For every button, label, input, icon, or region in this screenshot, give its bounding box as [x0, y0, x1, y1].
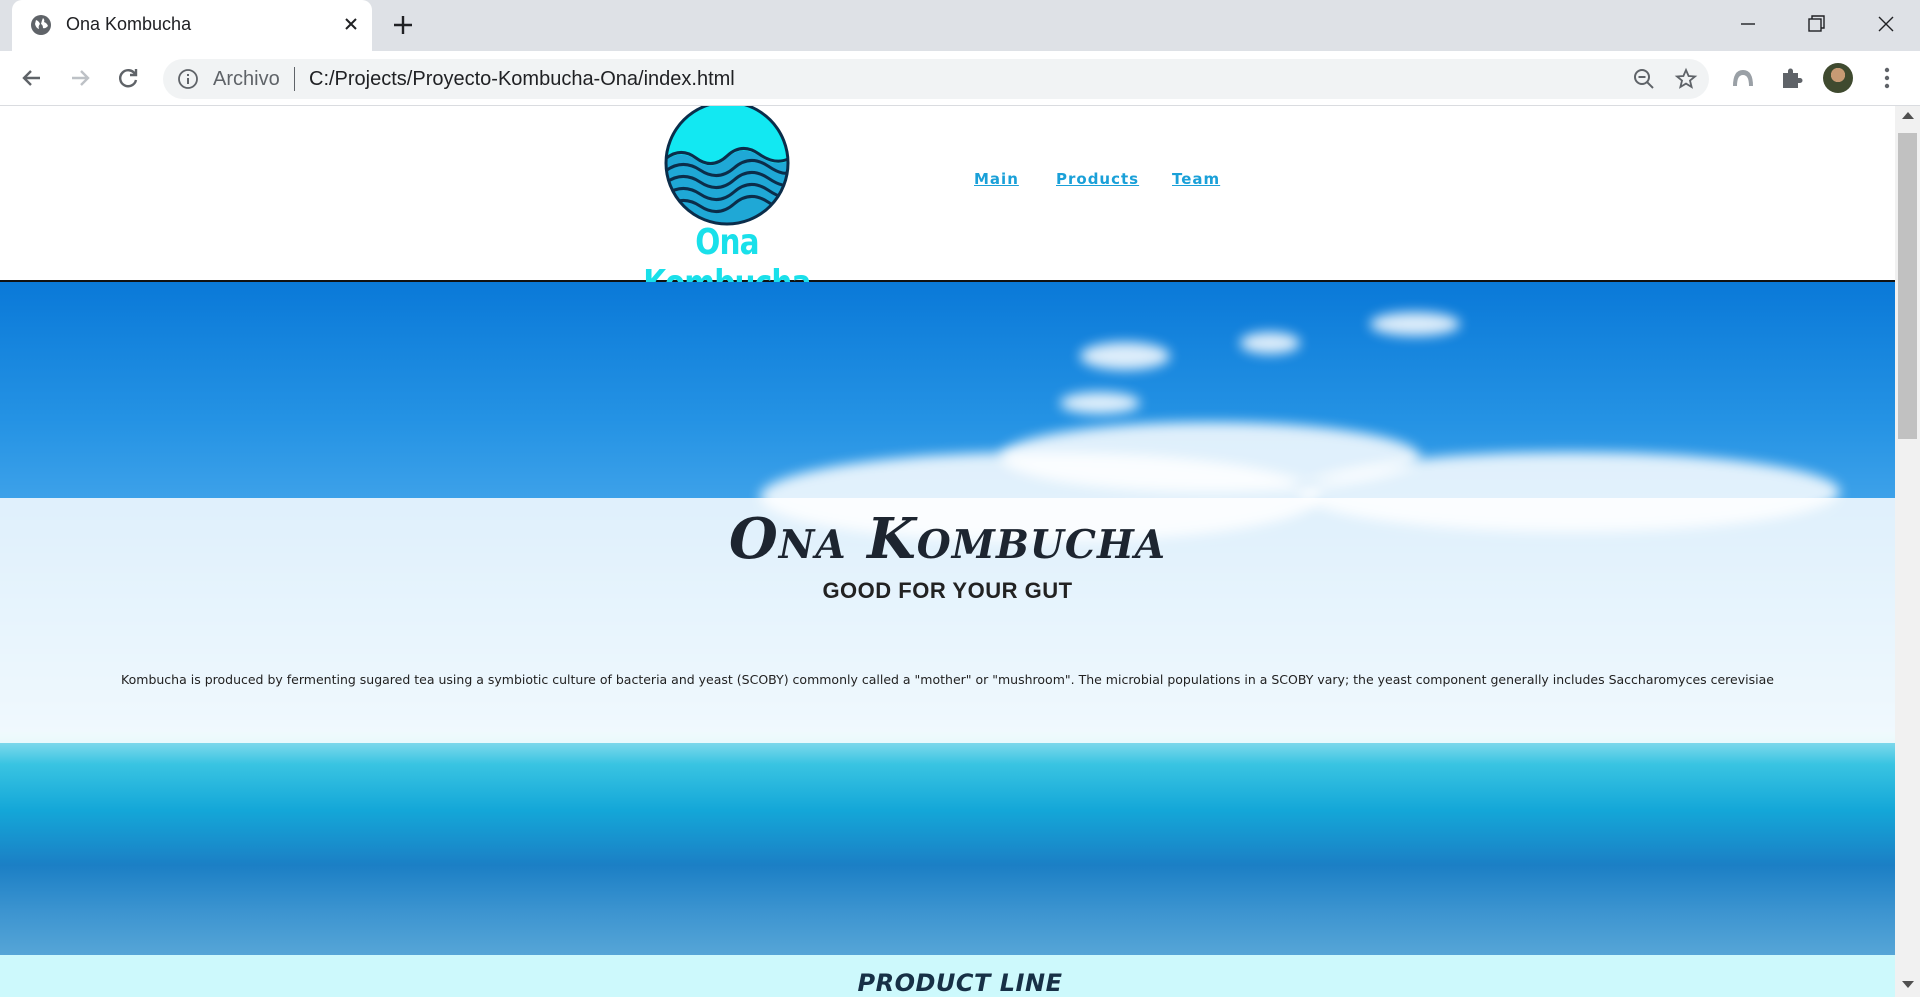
extension-arc-icon[interactable]	[1729, 64, 1757, 92]
address-bar[interactable]: Archivo C:/Projects/Proyecto-Kombucha-On…	[163, 59, 1709, 99]
hero-title: Ona Kombucha	[728, 506, 1167, 572]
cloud	[1370, 312, 1460, 336]
product-line-section: PRODUCT LINE	[0, 955, 1895, 997]
omnibox-separator	[294, 67, 295, 91]
site-logo[interactable]: Ona Kombucha	[620, 106, 834, 304]
cloud	[1240, 332, 1300, 354]
site-scheme-label: Archivo	[213, 68, 280, 90]
scroll-down-arrow[interactable]	[1902, 981, 1914, 988]
cloud	[1060, 392, 1140, 414]
browser-tab[interactable]: Ona Kombucha	[12, 0, 372, 51]
wave-logo-icon	[664, 106, 790, 226]
globe-icon	[31, 15, 51, 35]
page-scrollbar[interactable]	[1895, 106, 1920, 997]
close-icon[interactable]	[339, 12, 363, 36]
back-icon[interactable]	[18, 64, 46, 92]
browser-toolbar: Archivo C:/Projects/Proyecto-Kombucha-On…	[0, 51, 1920, 106]
zoom-out-icon[interactable]	[1632, 67, 1656, 91]
reload-icon[interactable]	[114, 64, 142, 92]
star-icon[interactable]	[1674, 67, 1698, 91]
info-icon[interactable]	[177, 68, 199, 90]
scroll-up-arrow[interactable]	[1902, 112, 1914, 119]
nav-link-main[interactable]: Main	[974, 170, 1019, 188]
section-title: PRODUCT LINE	[857, 969, 1063, 997]
site-header: Ona Kombucha Main Products Team	[0, 106, 1895, 304]
hero-description: Kombucha is produced by fermenting sugar…	[121, 672, 1774, 687]
url-text[interactable]: C:/Projects/Proyecto-Kombucha-Ona/index.…	[309, 68, 735, 91]
close-window-icon[interactable]	[1870, 8, 1902, 40]
page-viewport: Ona Kombucha Main Products Team Ona Komb…	[0, 106, 1895, 997]
hero-text-panel: Ona Kombucha GOOD FOR YOUR GUT Kombucha …	[0, 498, 1895, 743]
nav-link-products[interactable]: Products	[1056, 170, 1139, 188]
forward-icon[interactable]	[66, 64, 94, 92]
tab-title: Ona Kombucha	[66, 14, 192, 34]
hero-subtitle: GOOD FOR YOUR GUT	[822, 578, 1073, 603]
puzzle-icon[interactable]	[1778, 64, 1806, 92]
cloud	[1080, 342, 1170, 370]
hero-sea-background	[0, 732, 1895, 962]
restore-icon[interactable]	[1800, 8, 1832, 40]
more-icon[interactable]	[1873, 64, 1901, 92]
minimize-icon[interactable]	[1732, 8, 1764, 40]
hero-section: Ona Kombucha GOOD FOR YOUR GUT Kombucha …	[0, 282, 1895, 962]
tab-strip: Ona Kombucha	[0, 0, 1920, 51]
scrollbar-thumb[interactable]	[1898, 133, 1917, 439]
plus-icon[interactable]	[390, 12, 416, 38]
avatar[interactable]	[1823, 63, 1853, 93]
nav-link-team[interactable]: Team	[1172, 170, 1220, 188]
